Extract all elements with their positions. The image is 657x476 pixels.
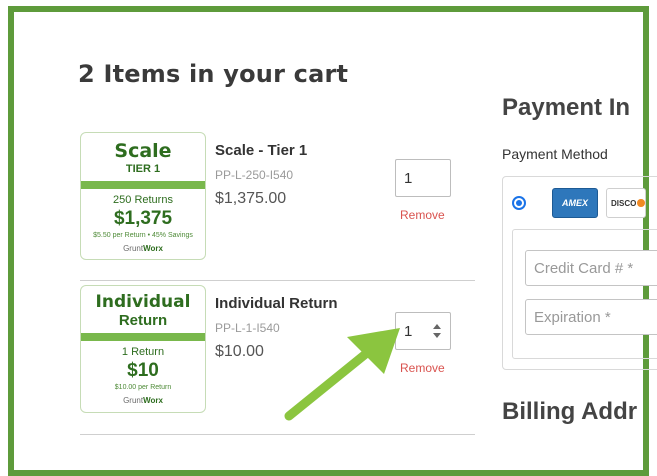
item-price: $1,375.00: [215, 190, 287, 207]
thumb-bar: [81, 333, 205, 341]
product-thumbnail: Individual Return 1 Return $10 $10.00 pe…: [80, 285, 206, 413]
item-sku: PP-L-1-I540: [215, 321, 280, 335]
payment-section-title: Payment In: [502, 94, 631, 121]
thumb-returns: 1 Return: [121, 346, 165, 358]
annotation-arrow-icon: [284, 328, 400, 421]
discover-card-icon[interactable]: DISCO: [606, 188, 646, 218]
card-fields-panel: [512, 229, 657, 359]
product-thumbnail: Scale TIER 1 250 Returns $1,375 $5.50 pe…: [80, 132, 206, 260]
brand-logo: GruntWorx: [81, 244, 205, 253]
amex-label: AMEX: [561, 198, 588, 208]
thumb-price: $1,375: [113, 208, 173, 229]
brand-logo-part: Worx: [143, 244, 163, 253]
expiration-input[interactable]: Expiration *: [525, 299, 657, 335]
discover-label: DISCO: [611, 198, 637, 208]
brand-logo-part: Grunt: [123, 396, 144, 405]
cart-title: 2 Items in your cart: [78, 60, 349, 88]
up-down-chevron-icon[interactable]: [430, 321, 444, 341]
billing-section-title: Billing Addr: [502, 398, 638, 425]
thumb-price: $10: [127, 360, 159, 381]
item-price: $10.00: [215, 343, 264, 360]
stepper-glyph: [433, 324, 441, 338]
payment-method-label: Payment Method: [502, 146, 608, 162]
thumb-product-name: Individual: [95, 292, 191, 312]
thumb-note: $10.00 per Return: [114, 384, 172, 391]
cart-item: Scale TIER 1 250 Returns $1,375 $5.50 pe…: [80, 124, 475, 274]
quantity-value: 1: [404, 169, 413, 187]
credit-card-input[interactable]: Credit Card # *: [525, 250, 657, 286]
thumb-product-sub: Return: [118, 312, 168, 329]
item-name: Individual Return: [215, 295, 338, 312]
thumb-returns: 250 Returns: [113, 194, 173, 206]
item-name: Scale - Tier 1: [215, 142, 308, 159]
discover-dot-icon: [637, 199, 645, 207]
brand-logo-part: Grunt: [123, 244, 144, 253]
payment-radio-selected[interactable]: [512, 196, 526, 210]
thumb-note: $5.50 per Return • 45% Savings: [93, 232, 193, 239]
item-divider: [80, 434, 475, 435]
thumb-bar: [81, 181, 205, 189]
brand-logo: GruntWorx: [81, 396, 205, 405]
quantity-input[interactable]: 1: [395, 159, 451, 197]
brand-logo-part: Worx: [143, 396, 163, 405]
thumb-product-name: Scale: [114, 140, 172, 162]
thumb-product-sub: TIER 1: [125, 163, 161, 175]
item-sku: PP-L-250-I540: [215, 168, 294, 182]
remove-link[interactable]: Remove: [400, 208, 445, 222]
amex-card-icon[interactable]: AMEX: [552, 188, 598, 218]
